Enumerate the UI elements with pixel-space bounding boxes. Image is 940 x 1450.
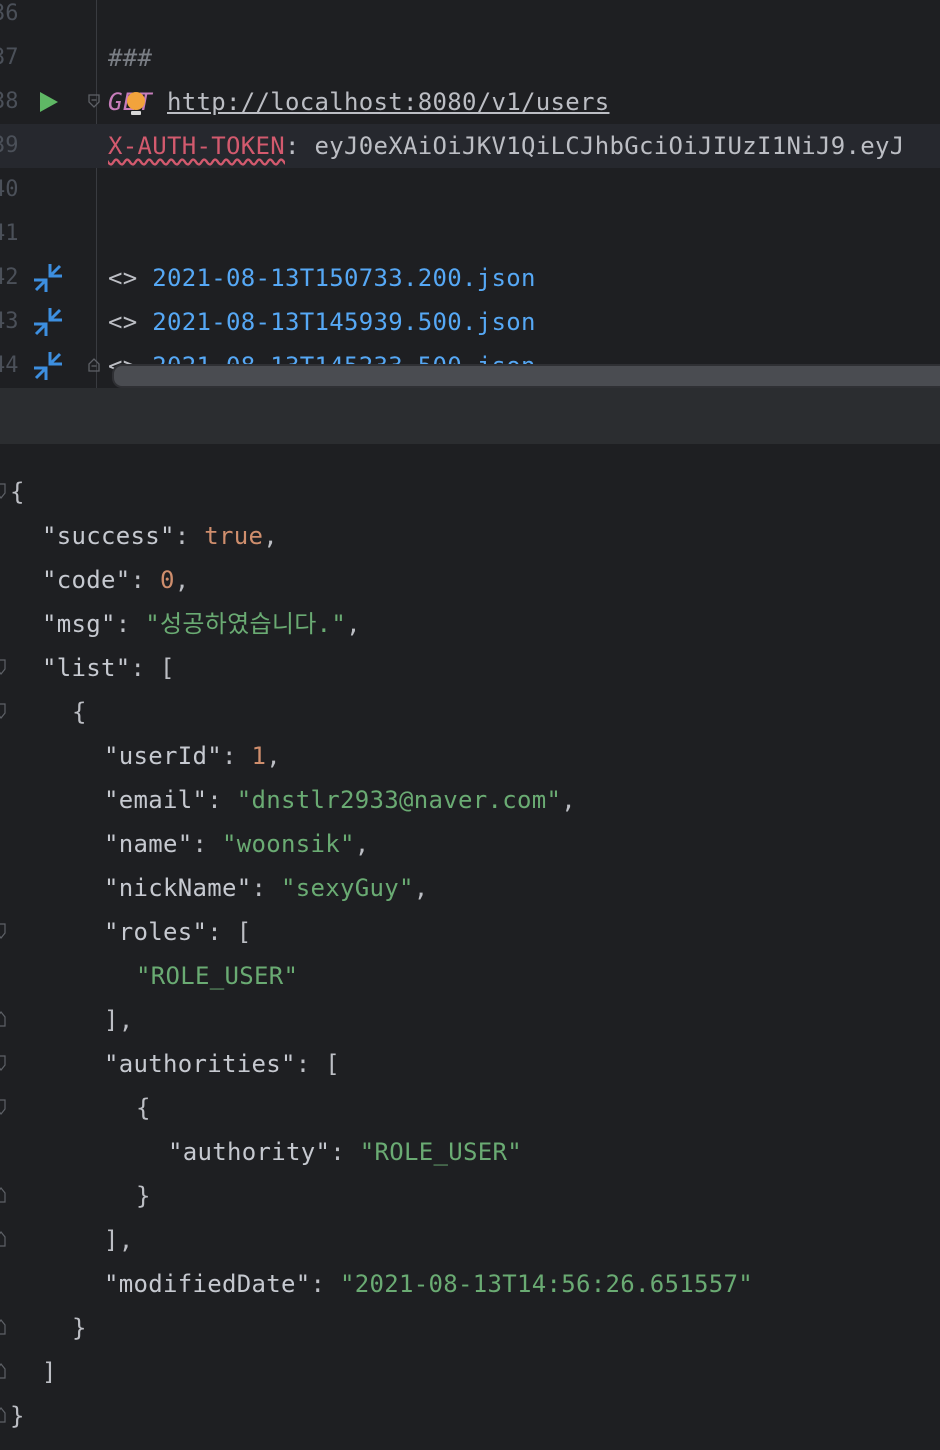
json-key: "email" [104, 786, 208, 814]
json-key: "msg" [42, 610, 116, 638]
fold-icon[interactable] [0, 1011, 6, 1027]
run-icon[interactable] [40, 92, 58, 112]
header-colon: : [285, 132, 300, 160]
json-line: { [0, 470, 940, 514]
request-line: GET http://localhost:8080/v1/users [108, 80, 609, 124]
json-number: 0 [160, 566, 175, 594]
json-line: } [0, 1306, 940, 1350]
fold-icon[interactable] [0, 1231, 6, 1247]
json-line: ] [0, 1350, 940, 1394]
json-line: "code": 0, [42, 566, 190, 594]
json-string: "woonsik" [222, 830, 355, 858]
fold-icon[interactable] [0, 1407, 6, 1423]
line-number: 43 [0, 309, 19, 334]
fold-icon[interactable] [0, 659, 6, 675]
history-file-link[interactable]: 2021-08-13T145939.500.json [152, 308, 535, 336]
json-key: "modifiedDate" [104, 1270, 311, 1298]
json-line: "modifiedDate": "2021-08-13T14:56:26.651… [104, 1270, 753, 1298]
line-number: 41 [0, 221, 19, 246]
editor-line-history: 42 <> 2021-08-13T150733.200.json [0, 256, 940, 300]
line-number: 44 [0, 353, 19, 378]
editor-line: 41 [0, 212, 940, 256]
json-line: { [0, 1086, 940, 1130]
fold-icon[interactable] [0, 923, 6, 939]
json-key: "authority" [168, 1138, 331, 1166]
fold-icon[interactable] [88, 358, 100, 372]
json-line: ], [0, 998, 940, 1042]
line-number: 42 [0, 265, 19, 290]
fold-icon[interactable] [0, 1319, 6, 1335]
request-url[interactable]: http://localhost:8080/v1/users [167, 88, 609, 116]
json-line: "roles": [ [0, 910, 940, 954]
json-line: { [0, 690, 940, 734]
json-key: "list" [42, 654, 131, 682]
fold-icon[interactable] [0, 703, 6, 719]
history-prefix: <> [108, 264, 138, 292]
json-line: "msg": "성공하였습니다.", [42, 610, 361, 638]
json-line: } [0, 1174, 940, 1218]
request-separator: ### [108, 44, 153, 72]
json-key: "name" [104, 830, 193, 858]
json-number: 1 [251, 742, 267, 770]
json-line: "name": "woonsik", [104, 830, 370, 858]
json-key: "nickName" [104, 874, 252, 902]
compare-icon[interactable] [30, 306, 64, 338]
line-number: 38 [0, 89, 19, 114]
fold-icon[interactable] [0, 1099, 6, 1115]
history-entry: <> 2021-08-13T150733.200.json [108, 256, 536, 300]
json-key: "success" [42, 522, 175, 550]
editor-line: 36 [0, 0, 940, 36]
json-line: "authority": "ROLE_USER" [168, 1138, 522, 1166]
json-line: "nickName": "sexyGuy", [104, 874, 429, 902]
history-entry: <> 2021-08-13T145939.500.json [108, 300, 536, 344]
json-line: "email": "dnstlr2933@naver.com", [104, 786, 576, 814]
line-number: 36 [0, 1, 19, 26]
json-open-brace: { [10, 478, 25, 506]
editor-line: 40 [0, 168, 940, 212]
editor-line-history: 43 <> 2021-08-13T145939.500.json [0, 300, 940, 344]
compare-icon[interactable] [30, 350, 64, 382]
json-line: "userId": 1, [104, 742, 281, 770]
fold-icon[interactable] [0, 1187, 6, 1203]
history-file-link[interactable]: 2021-08-13T150733.200.json [152, 264, 535, 292]
json-string: "dnstlr2933@naver.com" [236, 786, 562, 814]
editor-line: 37 ### [0, 36, 940, 80]
json-line: "success": true, [42, 522, 278, 550]
http-request-editor[interactable]: 36 37 ### 38 GET http://localhost:8080/v… [0, 0, 940, 388]
fold-icon[interactable] [0, 1363, 6, 1379]
json-string: "2021-08-13T14:56:26.651557" [340, 1270, 753, 1298]
header-value: eyJ0eXAiOiJKV1QiLCJhbGciOiJIUzI1NiJ9.eyJ [314, 132, 905, 160]
line-number: 39 [0, 133, 19, 158]
horizontal-scrollbar[interactable] [112, 364, 940, 388]
line-number: 40 [0, 177, 19, 202]
header-name: X-AUTH-TOKEN [108, 132, 285, 160]
json-line: "ROLE_USER" [0, 954, 940, 998]
json-line: "authorities": [ [0, 1042, 940, 1086]
intention-bulb-base [131, 111, 141, 115]
json-key: "roles" [104, 918, 208, 946]
json-key: "code" [42, 566, 131, 594]
json-line: "list": [ [0, 646, 940, 690]
json-string: "성공하였습니다." [145, 610, 347, 638]
json-string: "sexyGuy" [281, 874, 414, 902]
line-number: 37 [0, 45, 19, 70]
json-line: } [0, 1394, 940, 1438]
json-key: "authorities" [104, 1050, 296, 1078]
fold-icon[interactable] [88, 94, 100, 108]
compare-icon[interactable] [30, 262, 64, 294]
json-string: "ROLE_USER" [136, 962, 299, 990]
pane-splitter[interactable] [0, 388, 940, 444]
json-line: ], [0, 1218, 940, 1262]
intention-bulb-icon[interactable] [127, 92, 145, 110]
editor-line-header: 39 X-AUTH-TOKEN: eyJ0eXAiOiJKV1QiLCJhbGc… [0, 124, 940, 168]
response-viewer[interactable]: { "success": true, "code": 0, "msg": "성공… [0, 444, 940, 1450]
fold-icon[interactable] [0, 1055, 6, 1071]
json-boolean: true [204, 522, 264, 550]
json-key: "userId" [104, 742, 222, 770]
header-line: X-AUTH-TOKEN: eyJ0eXAiOiJKV1QiLCJhbGciOi… [108, 124, 904, 168]
history-prefix: <> [108, 308, 138, 336]
json-string: "ROLE_USER" [359, 1138, 522, 1166]
fold-icon[interactable] [0, 483, 6, 499]
json-close-brace: } [10, 1402, 25, 1430]
